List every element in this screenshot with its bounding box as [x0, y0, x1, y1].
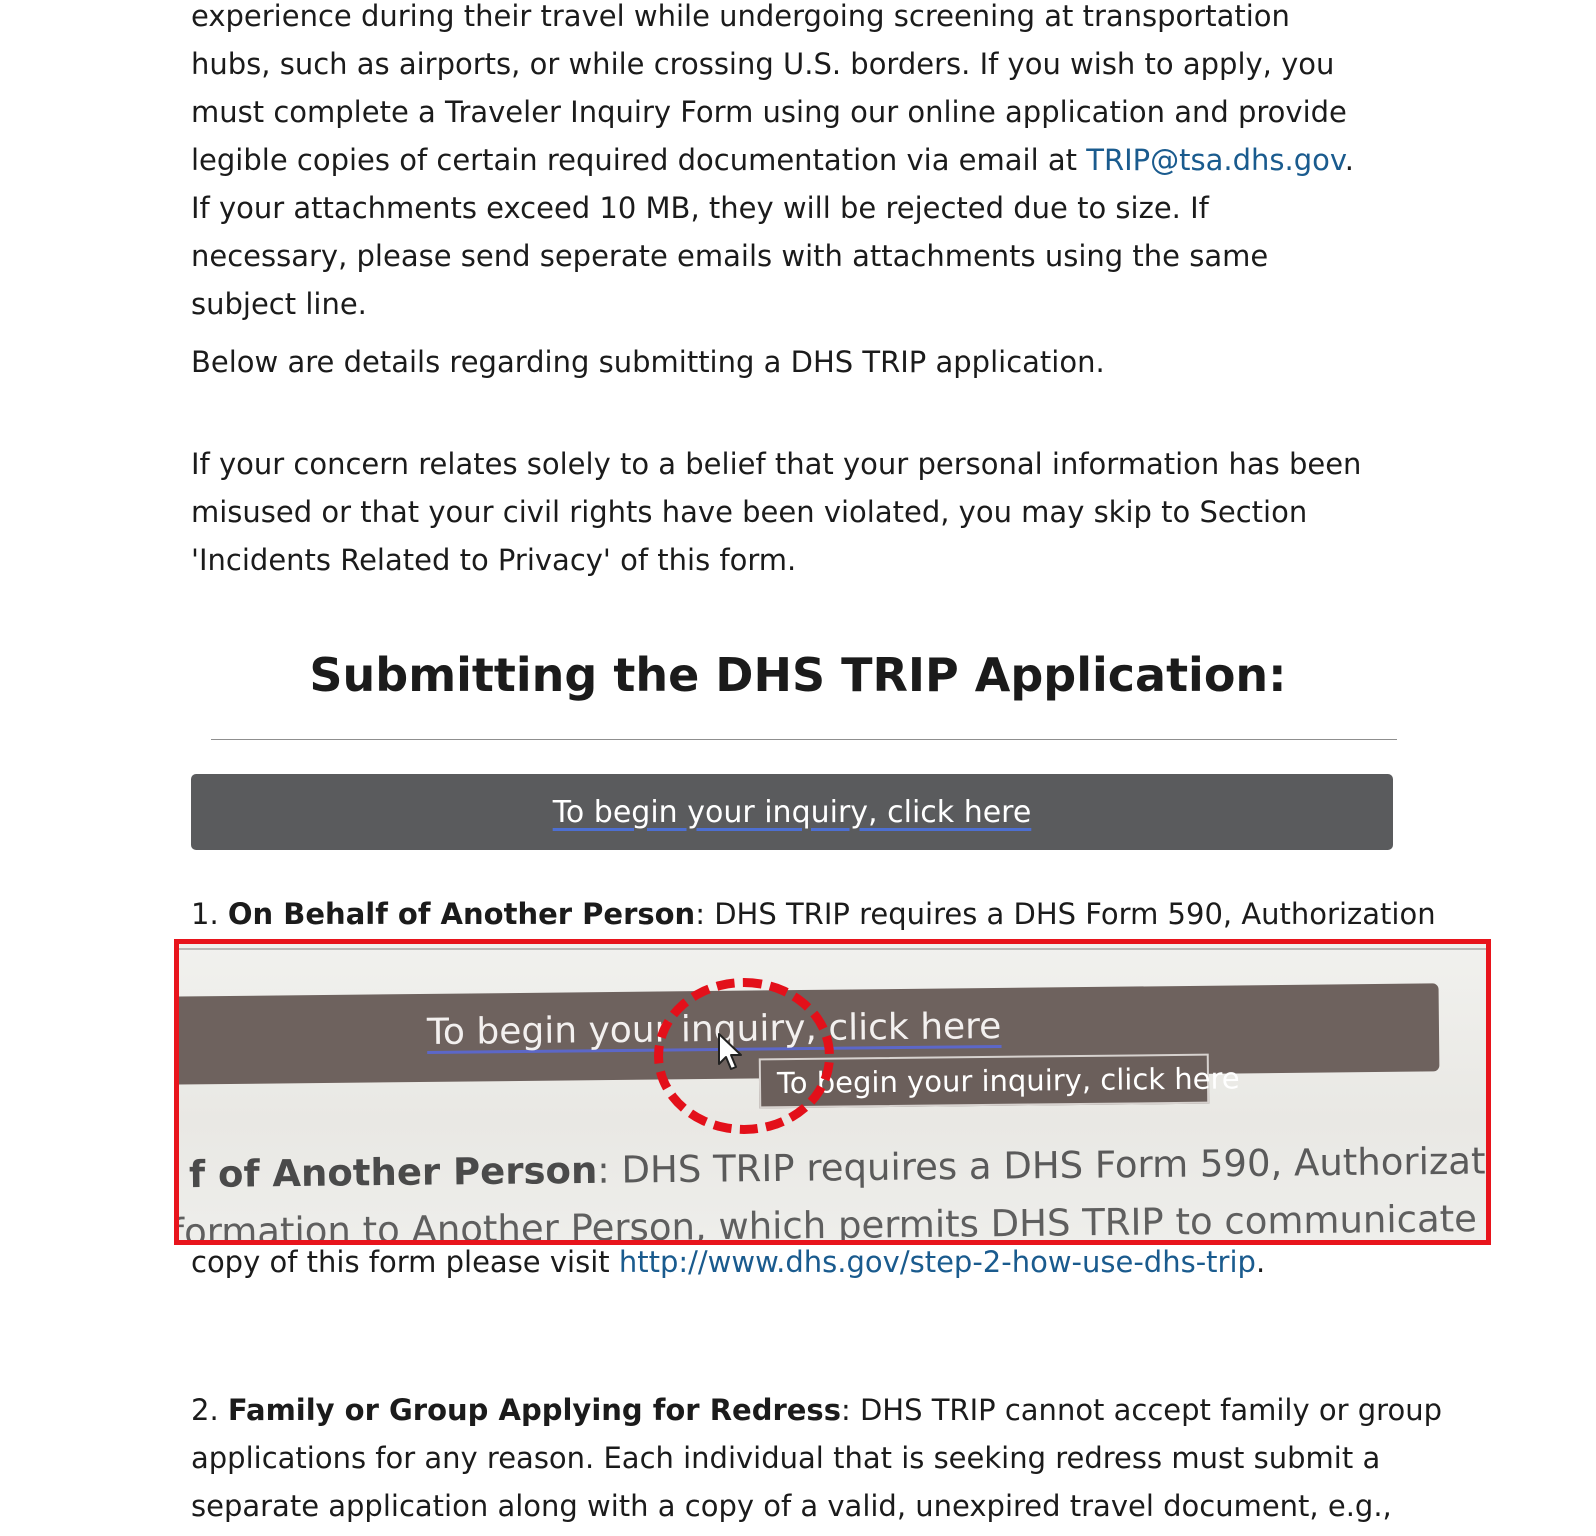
- click-highlight-circle: [654, 978, 834, 1134]
- item-text: : DHS TRIP cannot accept family or group: [840, 1393, 1442, 1427]
- inset-text-line-1: f of Another Person: DHS TRIP requires a…: [188, 1138, 1491, 1197]
- item-text: .: [1255, 1245, 1266, 1279]
- divider: [211, 739, 1397, 740]
- begin-inquiry-button[interactable]: To begin your inquiry, click here: [191, 774, 1393, 850]
- email-link[interactable]: TRIP@tsa.dhs.gov: [1086, 143, 1345, 177]
- dhs-trip-link[interactable]: http://www.dhs.gov/step-2-how-use-dhs-tr…: [619, 1245, 1256, 1279]
- privacy-paragraph: If your concern relates solely to a beli…: [191, 447, 1362, 577]
- item-text: copy of this form please visit: [191, 1245, 619, 1279]
- item-title: Family or Group Applying for Redress: [227, 1393, 841, 1427]
- list-item-2-line3: separate application along with a copy o…: [191, 1489, 1392, 1523]
- begin-inquiry-label[interactable]: To begin your inquiry, click here: [553, 795, 1032, 830]
- list-item-2: 2. Family or Group Applying for Redress:…: [191, 1386, 1442, 1434]
- section-title: Submitting the DHS TRIP Application:: [309, 648, 1287, 702]
- item-number: 2.: [191, 1393, 219, 1427]
- list-item-1: 1. On Behalf of Another Person: DHS TRIP…: [191, 890, 1436, 938]
- inset-text: : DHS TRIP requires a DHS Form 590, Auth…: [597, 1138, 1491, 1192]
- item-title: On Behalf of Another Person: [227, 897, 696, 931]
- list-item-2-line2: applications for any reason. Each indivi…: [191, 1441, 1381, 1475]
- inset-divider: [179, 948, 1486, 950]
- list-item-1-tail: copy of this form please visit http://ww…: [191, 1238, 1391, 1286]
- intro-paragraph: experience during their travel while und…: [191, 0, 1371, 328]
- inset-text-line-2: formation to Another Person, which permi…: [174, 1197, 1478, 1245]
- zoomed-screenshot-inset: To begin your inquiry, click here To beg…: [174, 939, 1491, 1245]
- details-paragraph: Below are details regarding submitting a…: [191, 345, 1105, 379]
- item-text: : DHS TRIP requires a DHS Form 590, Auth…: [695, 897, 1436, 931]
- mouse-cursor-icon: [718, 1033, 742, 1070]
- inset-bold-text: f of Another Person: [188, 1148, 598, 1197]
- item-number: 1.: [191, 897, 219, 931]
